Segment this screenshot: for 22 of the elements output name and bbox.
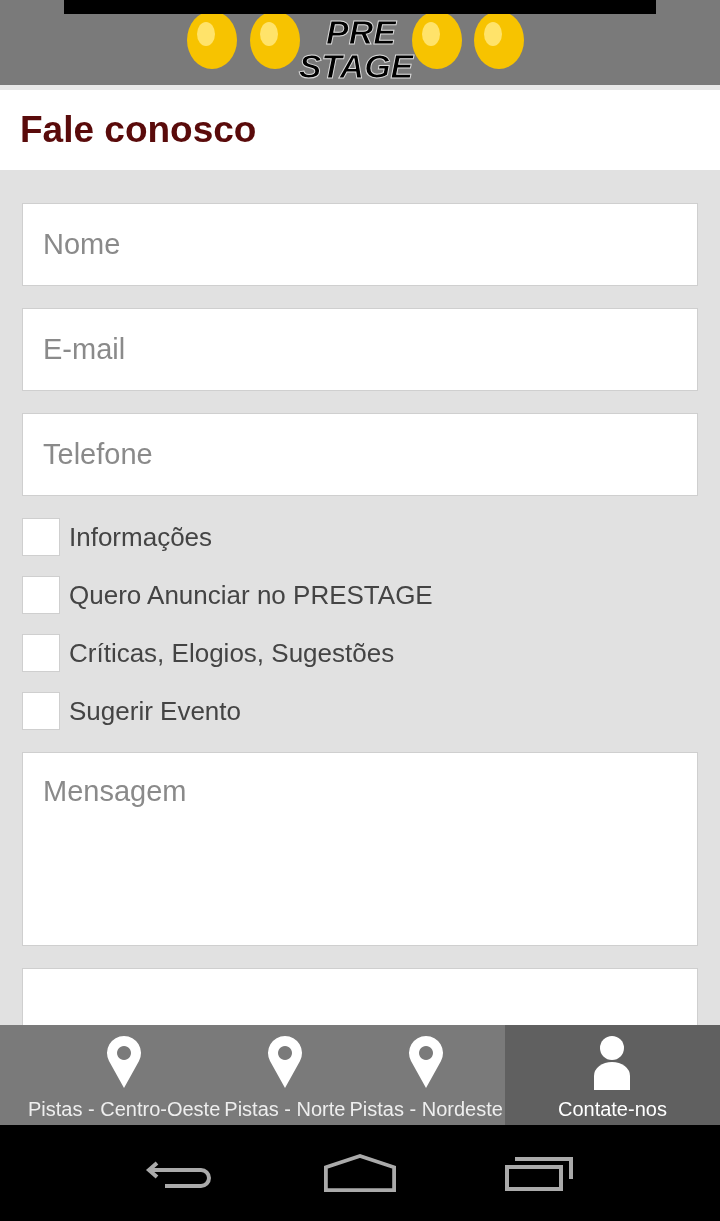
- input-field[interactable]: Nome: [22, 203, 698, 286]
- nav-tab[interactable]: Pistas - Nordeste: [347, 1025, 505, 1125]
- checkbox[interactable]: [22, 518, 60, 556]
- nav-tab[interactable]: Pistas - Centro-Oeste: [26, 1025, 223, 1125]
- home-icon[interactable]: [324, 1153, 396, 1193]
- nav-tab[interactable]: Contate-nos: [504, 1025, 720, 1125]
- map-pin-icon: [408, 1036, 445, 1090]
- person-icon: [592, 1036, 633, 1090]
- nav-tab[interactable]: Pistas - Norte: [222, 1025, 348, 1125]
- checkbox-label[interactable]: Críticas, Elogios, Sugestões: [69, 637, 395, 669]
- checkbox[interactable]: [22, 576, 60, 614]
- checkbox[interactable]: [22, 692, 60, 730]
- input-field[interactable]: Telefone: [22, 413, 698, 496]
- checkbox[interactable]: [22, 634, 60, 672]
- checkbox-label[interactable]: Quero Anunciar no PRESTAGE: [69, 579, 433, 611]
- message-field[interactable]: Mensagem: [22, 752, 698, 946]
- map-pin-icon: [106, 1036, 143, 1090]
- map-pin-icon: [266, 1036, 303, 1090]
- page-title: Fale conosco: [20, 109, 257, 151]
- input-field[interactable]: E-mail: [22, 308, 698, 391]
- checkbox-label[interactable]: Informações: [69, 521, 213, 553]
- checkbox-label[interactable]: Sugerir Evento: [69, 695, 241, 727]
